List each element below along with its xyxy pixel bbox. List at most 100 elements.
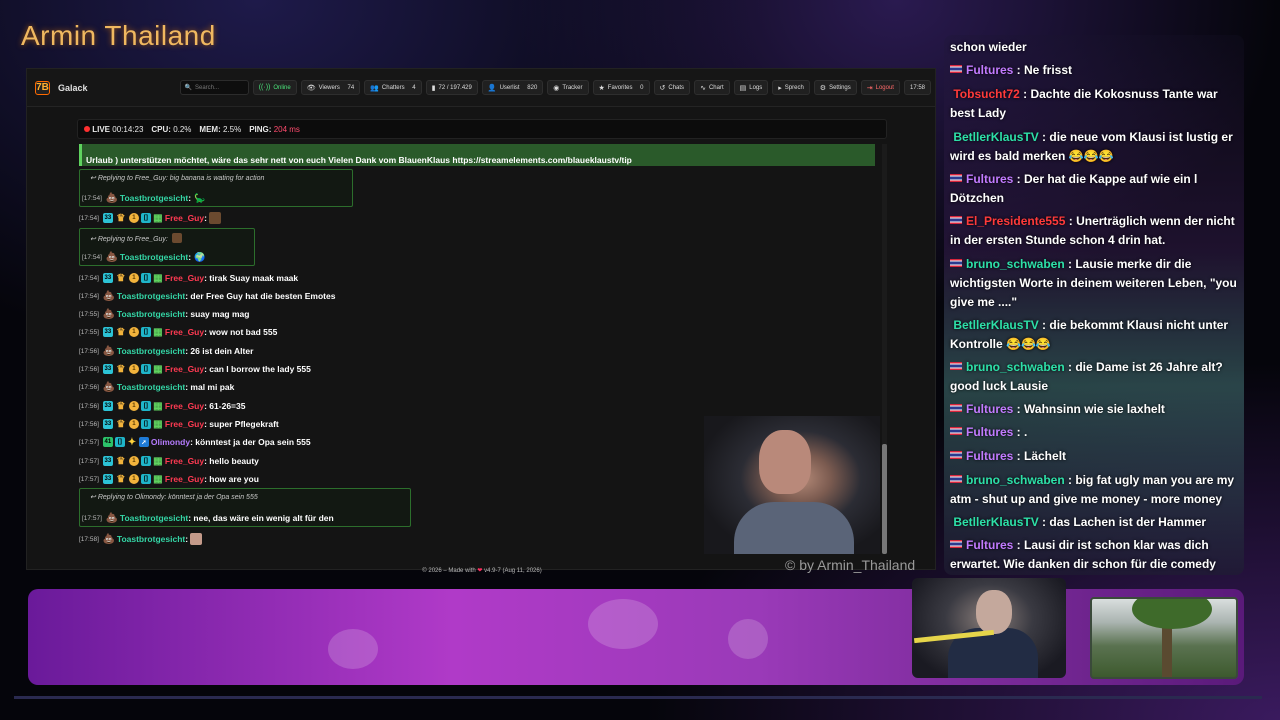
speech-icon: ▸ [778,84,782,92]
chat-username[interactable]: Free_Guy [165,327,204,337]
person-head [759,430,811,494]
poop-badge-icon: 💩 [102,290,116,302]
chat-username[interactable]: Olimondy [151,437,190,447]
watermark: © by Armin_Thailand [785,557,916,573]
subscriber-badge-icon: 33 [102,327,113,337]
chat-username[interactable]: Free_Guy [165,364,204,374]
chat-username[interactable]: Free_Guy [165,273,204,283]
chat-message: [17:54] 33 ♛ 1[] ▦ Free_Guy: tirak Suay maa… [79,272,299,284]
flag-icon [950,540,962,548]
overlay-chat-message: bruno_schwaben : big fat ugly man you ar… [950,473,1235,506]
flag-icon [950,404,962,412]
bits-badge-icon: [] [114,437,125,447]
bits-badge-icon: [] [140,213,151,223]
flag-icon [950,216,962,224]
chat-message: [17:56] 33 ♛ 1[] ▦ Free_Guy: 61-26=35 [79,400,246,412]
reply-context: ↩ Replying to Olimondy: könntest ja der … [90,494,258,501]
frame-border [14,696,1262,699]
chat-message: [17:57] 💩 Toastbrotgesicht : nee, das wä… [82,512,334,524]
logout-button[interactable]: ⇥ Logout [860,80,900,95]
overlay-chat-message: bruno_schwaben : die Dame ist 26 Jahre a… [950,360,1223,393]
subscriber-badge-icon: 33 [102,474,113,484]
overlay-chat: schon wieder Fultures : Ne frisst Tobsuc… [944,35,1244,575]
emote-image-icon [208,212,221,224]
poop-badge-icon: 💩 [105,512,119,524]
search-input[interactable]: 🔍 Search... [179,80,249,95]
chat-username[interactable]: Toastbrotgesicht [117,346,185,356]
reply-message[interactable]: ↩ Replying to Free_Guy: big banana is wa… [79,169,353,207]
chat-username[interactable]: Free_Guy [165,474,204,484]
emote-icon: 🦕 [194,192,206,203]
sparkle-badge-icon: ✦ [127,436,137,448]
online-button[interactable]: ((·)) Online [252,80,297,95]
reply-message[interactable]: ↩ Replying to Olimondy: könntest ja der … [79,488,411,527]
log-icon: ▤ [739,84,747,92]
chat-username[interactable]: Toastbrotgesicht [117,309,185,319]
subscriber-badge-icon: 33 [102,364,113,374]
subscriber-badge-icon: 33 [102,273,113,283]
reply-message[interactable]: ↩ Replying to Free_Guy: [17:54] 💩 Toastb… [79,228,255,266]
crown-badge-icon: ♛ [116,400,126,412]
subscriber-badge-icon: 33 [102,213,113,223]
chart-button[interactable]: ∿ Chart [694,80,730,95]
chat-username[interactable]: Toastbrotgesicht [117,291,185,301]
userlist-button[interactable]: 👤 Userlist 820 [481,80,544,95]
person-head [976,590,1012,634]
settings-button[interactable]: ⚙ Settings [813,80,857,95]
message-count-button[interactable]: ▮ 72 / 197.429 [425,80,478,95]
poop-badge-icon: 💩 [102,345,116,357]
chat-message: [17:56] 💩 Toastbrotgesicht: mal mi pak [79,381,235,393]
emote-image-icon [190,533,203,545]
chat-message: [17:55] 💩 Toastbrotgesicht: suay mag mag [79,308,250,320]
chats-button[interactable]: ↺ Chats [653,80,691,95]
gift-badge-icon: ▦ [153,400,163,412]
app-logo[interactable]: 7B [35,80,50,95]
subscriber-badge-icon: 33 [102,419,113,429]
logout-icon: ⇥ [866,84,873,92]
chat-username[interactable]: Toastbrotgesicht [120,252,188,262]
overlay-chat-message: BetllerKlausTV : die neue vom Klausi ist… [950,130,1233,163]
poop-badge-icon: 💩 [102,533,116,545]
viewers-button[interactable]: 👁 Viewers 74 [300,80,361,95]
emote-icon: 🌍 [194,251,206,262]
logs-button[interactable]: ▤ Logs [733,80,769,95]
scrollbar-thumb[interactable] [882,444,887,554]
bokeh-light [588,599,658,649]
tracker-button[interactable]: ◉ Tracker [547,80,589,95]
coin-badge-icon: 1 [128,364,139,374]
bits-badge-icon: [] [140,474,151,484]
flag-icon [950,475,962,483]
users-icon: 👥 [370,84,379,92]
chat-username[interactable]: Toastbrotgesicht [117,382,185,392]
flag-icon [950,451,962,459]
sprech-button[interactable]: ▸ Sprech [772,80,810,95]
gift-badge-icon: ▦ [153,326,163,338]
coin-badge-icon: 1 [128,419,139,429]
poop-badge-icon: 💩 [102,308,116,320]
app-name: Galack [57,82,88,93]
favorites-button[interactable]: ★ Favorites 0 [592,80,650,95]
chat-username[interactable]: Toastbrotgesicht [117,534,185,544]
bits-badge-icon: [] [140,401,151,411]
coin-badge-icon: 1 [128,401,139,411]
chat-username[interactable]: Free_Guy [165,401,204,411]
chat-scrollbar[interactable] [882,144,887,554]
crown-badge-icon: ♛ [116,272,126,284]
star-icon: ★ [598,84,605,92]
reply-context: ↩ Replying to Free_Guy: big banana is wa… [90,175,265,182]
chat-username[interactable]: Toastbrotgesicht [120,513,188,523]
chat-username[interactable]: Toastbrotgesicht [120,193,188,203]
chatters-button[interactable]: 👥 Chatters 4 [364,80,422,95]
chat-username[interactable]: Free_Guy [165,456,204,466]
history-icon: ↺ [659,84,666,92]
search-icon: 🔍 [184,85,192,91]
clock: 17:58 [903,80,931,95]
chart-bar-icon: ▮ [431,84,436,92]
announcement-message: Urlaub ) unterstützen möchtet, wäre das … [79,144,875,166]
flag-icon [950,65,962,73]
gift-badge-icon: ▦ [153,473,163,485]
gift-badge-icon: ▦ [153,212,163,224]
chat-username[interactable]: Free_Guy [165,419,204,429]
chat-username[interactable]: Free_Guy [165,213,204,223]
tree-foliage [1132,599,1212,629]
